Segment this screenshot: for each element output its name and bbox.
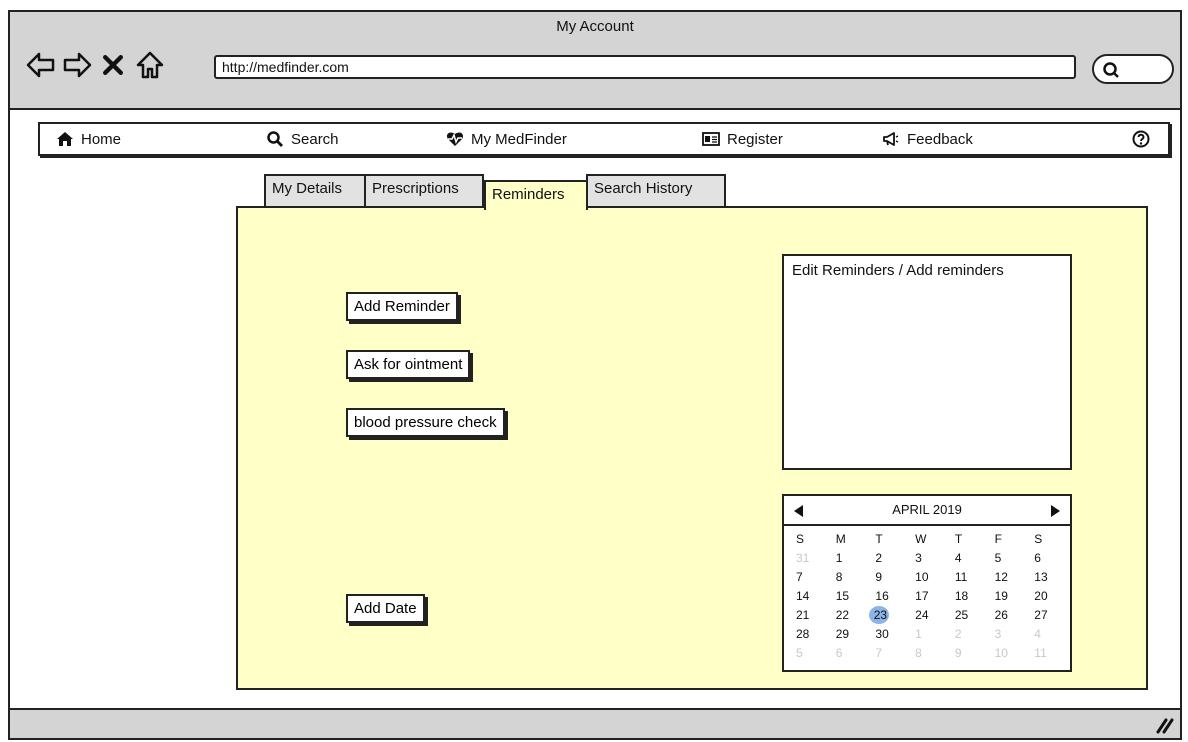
calendar-day[interactable]: 19 [989, 587, 1029, 605]
url-input[interactable] [216, 57, 1074, 77]
menu-item-label: Search [291, 130, 339, 148]
weekday-header: S [796, 532, 805, 546]
calendar-day-outside: 31 [796, 551, 810, 565]
forward-arrow-icon[interactable] [62, 50, 92, 80]
reminder-item[interactable]: Ask for ointment [346, 350, 471, 379]
browser-window: My Account Home Search M [8, 10, 1182, 740]
calendar-day[interactable]: 13 [1028, 568, 1068, 586]
calendar-day-outside: 2 [954, 627, 962, 641]
resize-grip-icon[interactable] [1154, 716, 1174, 734]
weekday-header: T [875, 532, 883, 546]
calendar-day[interactable]: 21 [790, 606, 830, 624]
reminder-item[interactable]: blood pressure check [346, 408, 505, 437]
x-icon[interactable] [100, 50, 126, 80]
reminders-panel: Add Reminder Ask for ointment blood pres… [236, 206, 1148, 690]
calendar-day-outside: 3 [994, 627, 1002, 641]
calendar-day-outside: 4 [1034, 627, 1041, 641]
calendar-day[interactable]: 26 [989, 606, 1029, 624]
menu-item-label: Feedback [907, 130, 973, 148]
help-icon [1132, 130, 1150, 148]
calendar-day-outside: 5 [796, 646, 803, 660]
calendar-header: APRIL 2019 [784, 496, 1070, 526]
calendar-day[interactable]: 28 [790, 625, 830, 643]
weekday-header: F [994, 532, 1002, 546]
add-reminder-button[interactable]: Add Reminder [346, 292, 458, 321]
menu-item-home[interactable]: Home [56, 130, 121, 148]
calendar-day-outside: 11 [1034, 646, 1047, 660]
calendar-day[interactable]: 27 [1028, 606, 1068, 624]
menu-item-label: My MedFinder [471, 130, 567, 148]
calendar-day-outside: 9 [954, 646, 962, 660]
calendar-day[interactable]: 11 [949, 568, 989, 586]
menu-item-register[interactable]: Register [702, 130, 783, 148]
calendar-day[interactable]: 5 [989, 549, 1029, 567]
calendar-day-outside: 1 [915, 627, 922, 641]
add-date-button[interactable]: Add Date [346, 594, 425, 623]
calendar-day[interactable]: 16 [869, 587, 909, 605]
menu-item-label: Register [727, 130, 783, 148]
calendar-day[interactable]: 22 [830, 606, 870, 624]
calendar-day[interactable]: 23 [869, 606, 890, 624]
calendar-day[interactable]: 14 [790, 587, 830, 605]
calendar-day[interactable]: 4 [949, 549, 989, 567]
calendar-day[interactable]: 15 [830, 587, 870, 605]
weekday-header: M [835, 532, 846, 546]
menu-item-feedback[interactable]: Feedback [882, 130, 973, 148]
search-icon [267, 131, 283, 147]
calendar-day[interactable]: 20 [1028, 587, 1068, 605]
back-arrow-icon[interactable] [26, 50, 56, 80]
search-icon [1103, 62, 1119, 78]
heartbeat-icon [446, 132, 464, 146]
tab-my-details[interactable]: My Details [264, 174, 366, 206]
calendar-day[interactable]: 12 [989, 568, 1029, 586]
calendar-day[interactable]: 6 [1028, 549, 1068, 567]
main-menu: Home Search My MedFinder Register Feedba… [38, 122, 1170, 156]
calendar-day[interactable]: 24 [909, 606, 949, 624]
weekday-header: T [954, 532, 963, 546]
address-bar[interactable] [214, 55, 1076, 79]
menu-item-label: Home [81, 130, 122, 148]
calendar-day[interactable]: 17 [909, 587, 949, 605]
edit-reminders-box[interactable]: Edit Reminders / Add reminders [782, 254, 1072, 470]
menu-item-search[interactable]: Search [266, 130, 339, 148]
weekday-header: S [1034, 532, 1043, 546]
browser-search-button[interactable] [1092, 54, 1174, 84]
calendar-day-outside: 6 [835, 646, 843, 660]
calendar-day[interactable]: 8 [830, 568, 870, 586]
calendar-grid: S M T W T F S 31 1 2 3 4 5 6 7 8 9 10 11 12 13 14 15 16 17 18 19 20… [790, 530, 1068, 662]
edit-reminders-label: Edit Reminders / Add reminders [792, 262, 1004, 279]
calendar-day[interactable]: 30 [869, 625, 909, 643]
calendar-day[interactable]: 3 [909, 549, 949, 567]
tab-search-history[interactable]: Search History [586, 174, 726, 206]
calendar-day[interactable]: 18 [949, 587, 989, 605]
tab-prescriptions[interactable]: Prescriptions [364, 174, 484, 206]
home-outline-icon[interactable] [134, 50, 166, 80]
window-title: My Account [556, 18, 634, 35]
calendar-day-outside: 7 [875, 646, 883, 660]
menu-item-my-medfinder[interactable]: My MedFinder [446, 130, 567, 148]
next-month-icon[interactable] [1050, 504, 1062, 518]
weekday-header: W [915, 532, 927, 546]
home-icon [57, 132, 73, 146]
calendar-day[interactable]: 25 [949, 606, 989, 624]
calendar-day-outside: 10 [994, 646, 1008, 660]
status-bar [10, 708, 1180, 738]
megaphone-icon [883, 132, 899, 146]
tab-reminders[interactable]: Reminders [484, 180, 588, 210]
calendar-day[interactable]: 10 [909, 568, 949, 586]
title-bar: My Account [10, 12, 1180, 110]
calendar-day[interactable]: 9 [869, 568, 909, 586]
id-card-icon [702, 132, 720, 146]
calendar-day[interactable]: 7 [790, 568, 830, 586]
calendar-day-outside: 8 [915, 646, 922, 660]
calendar-month: APRIL 2019 [892, 502, 962, 517]
calendar-day[interactable]: 29 [830, 625, 870, 643]
calendar-day[interactable]: 2 [869, 549, 909, 567]
date-picker: APRIL 2019 S M T W T F S 31 1 2 3 4 5 6 7 8 9 10 11 12 13 14 1… [782, 494, 1072, 672]
calendar-day[interactable]: 1 [830, 549, 870, 567]
help-button[interactable] [1132, 130, 1150, 148]
